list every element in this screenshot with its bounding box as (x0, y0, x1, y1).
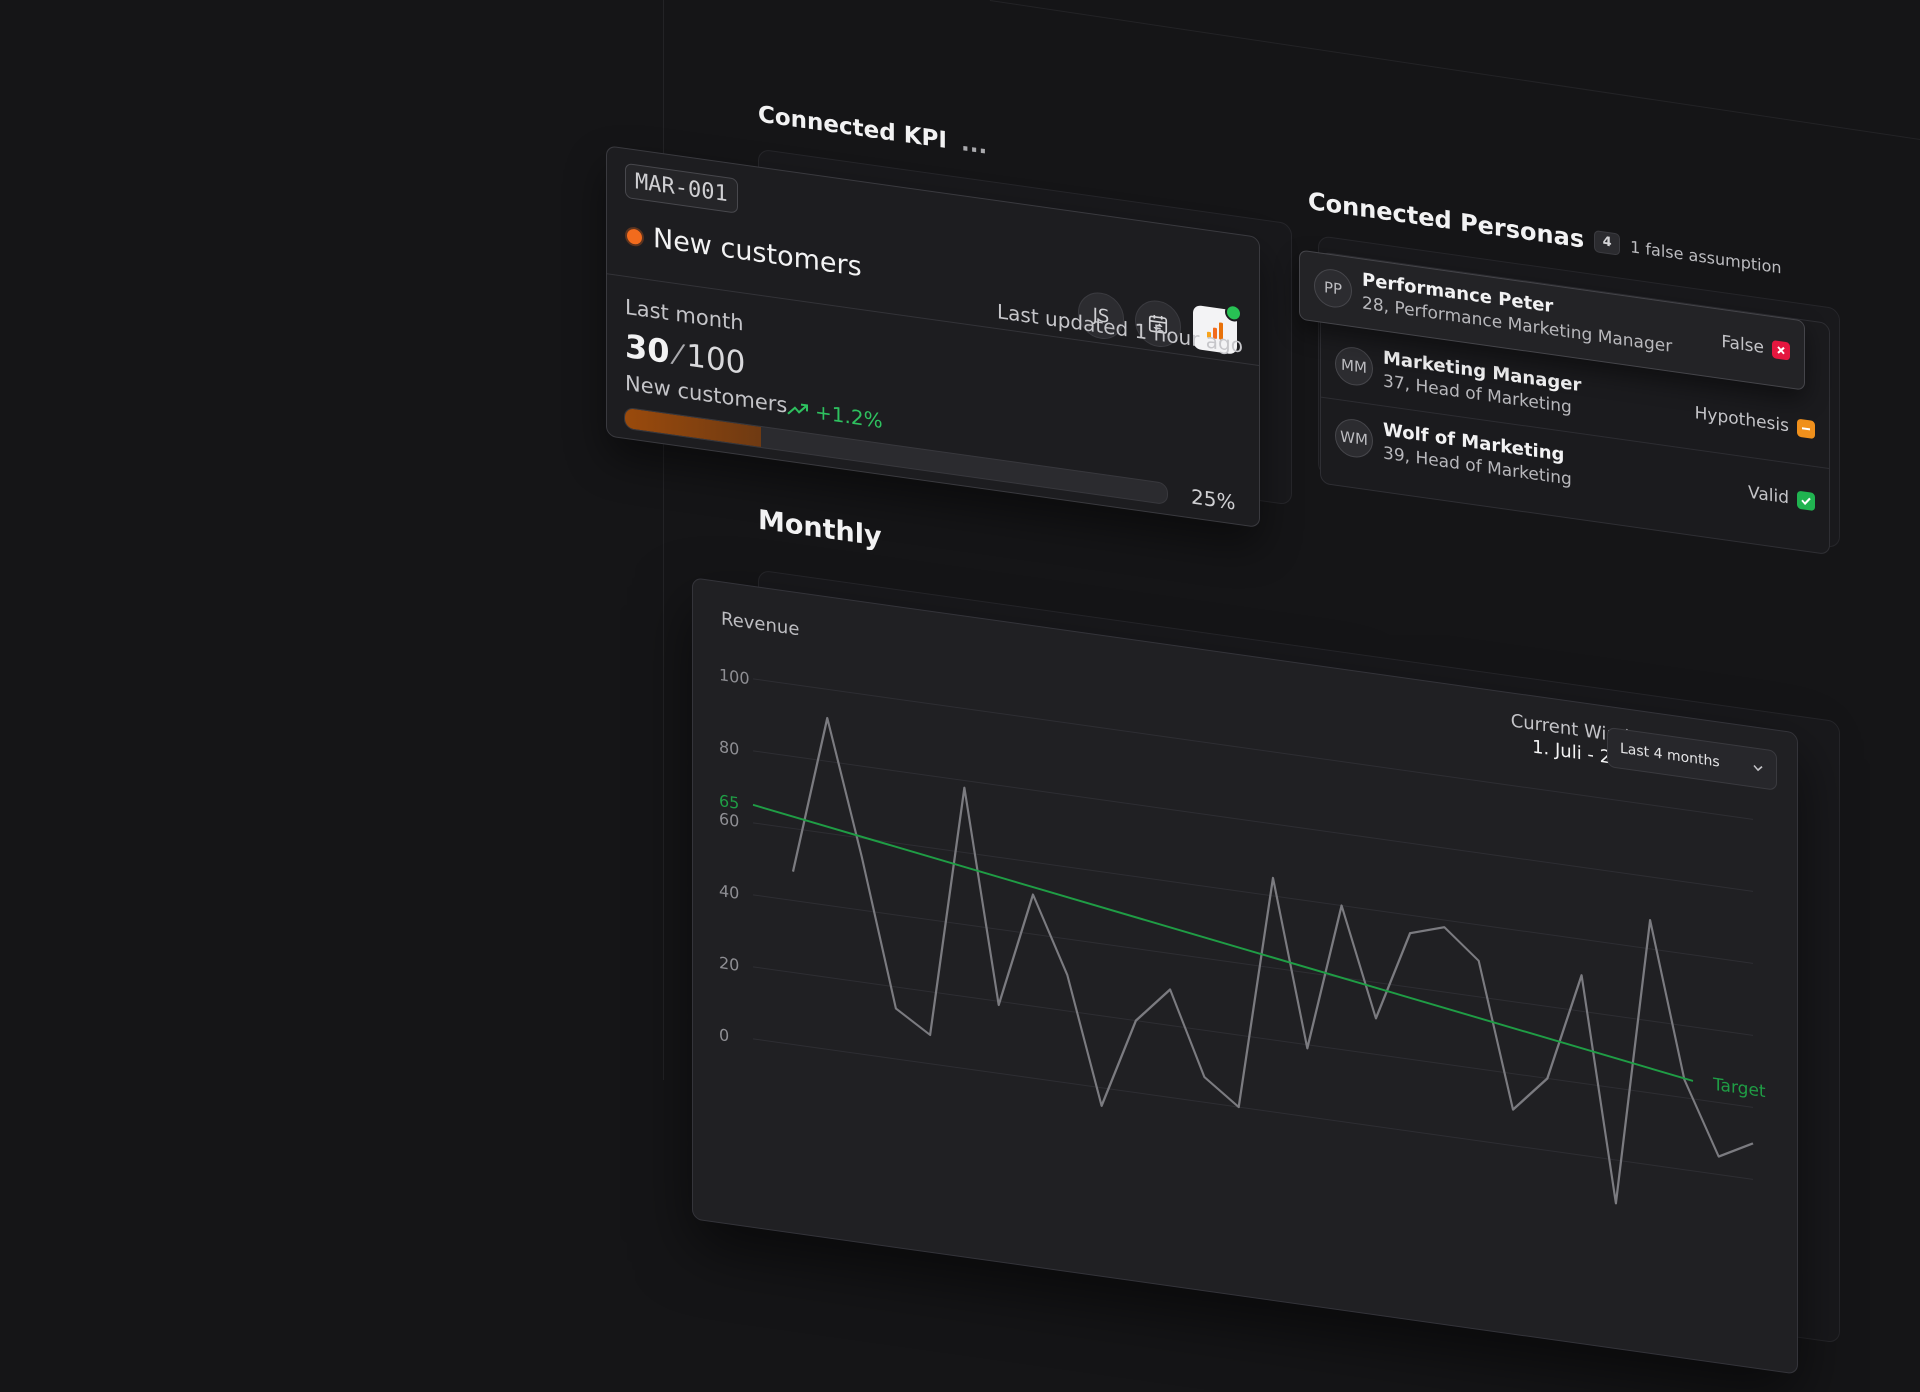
perspective-scene: Connected KPI... MAR-001 New customers J… (0, 0, 1920, 1375)
y-tick-label: 0 (719, 1025, 729, 1045)
x-icon (1772, 340, 1790, 361)
persona-status-label: Hypothesis (1694, 403, 1789, 437)
trend-up-icon (787, 403, 808, 415)
minus-icon (1797, 418, 1815, 440)
target-line (752, 803, 1694, 1082)
kpi-progress-fill (625, 407, 761, 447)
y-tick-label: 40 (719, 881, 739, 903)
kpi-card[interactable]: MAR-001 New customers JS Last updated 1 … (606, 145, 1260, 529)
target-tick-label: 65 (719, 791, 739, 813)
kpi-value-separator-icon: ⁄ (675, 337, 681, 372)
kpi-code-tag: MAR-001 (625, 162, 738, 214)
top-guide-line (989, 0, 1920, 149)
grid-line (753, 750, 1753, 892)
trend-value: +1.2% (815, 399, 883, 434)
y-tick-label: 100 (719, 665, 750, 688)
kpi-target-value: 100 (686, 337, 746, 382)
personas-count-badge: 4 (1594, 230, 1621, 256)
false-assumption-note: 1 false assumption (1630, 236, 1782, 277)
check-icon (1797, 490, 1815, 512)
grid-line (753, 822, 1753, 964)
persona-avatar: PP (1314, 266, 1352, 311)
connected-kpi-heading: Connected KPI... (758, 102, 987, 160)
y-tick-label: 20 (719, 953, 739, 975)
persona-status: Valid (1748, 483, 1815, 512)
target-line-label: Target (1712, 1075, 1766, 1102)
persona-status: Hypothesis (1695, 403, 1815, 440)
persona-status-label: False (1721, 331, 1764, 358)
kpi-current-value: 30 (625, 326, 670, 372)
kpi-progress-percent: 25% (1191, 484, 1236, 515)
status-dot-icon (627, 228, 642, 246)
more-options-icon[interactable]: ... (961, 130, 987, 160)
grid-line (753, 966, 1753, 1108)
kpi-trend: +1.2% (787, 396, 883, 433)
monthly-heading: Monthly (758, 504, 882, 553)
connected-kpi-title: Connected KPI (758, 101, 947, 155)
grid-line (753, 1038, 1753, 1180)
persona-status-label: Valid (1748, 482, 1789, 509)
kpi-name: New customers (653, 222, 862, 284)
persona-status: False (1721, 332, 1790, 362)
kpi-progress-bar (624, 406, 1168, 506)
persona-avatar: WM (1335, 416, 1373, 460)
persona-avatar: MM (1335, 344, 1373, 388)
y-tick-label: 80 (719, 737, 739, 759)
connection-live-indicator (1225, 303, 1242, 323)
